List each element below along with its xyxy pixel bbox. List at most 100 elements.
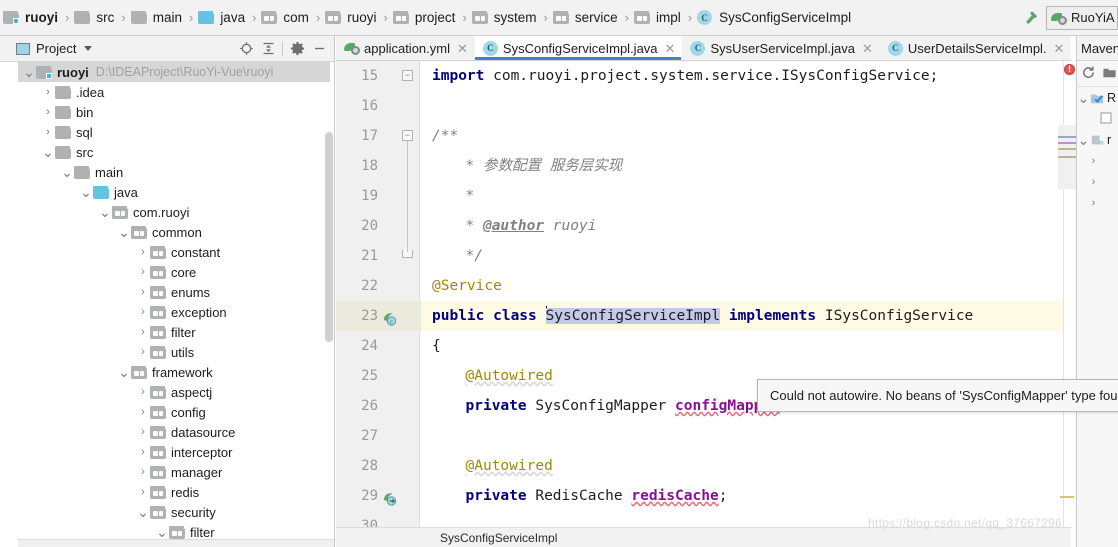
code-viewport[interactable]: 15 − import com.ruoyi.project.system.servi… bbox=[336, 61, 1071, 547]
tree-node-src[interactable]: ⌄ src bbox=[18, 142, 330, 162]
error-count-icon[interactable]: ! bbox=[1064, 64, 1075, 75]
tree-node-redis[interactable]: › redis bbox=[18, 482, 330, 502]
breadcrumb-item-impl[interactable]: impl bbox=[633, 0, 684, 35]
tree-node-common[interactable]: ⌄ common bbox=[18, 222, 330, 242]
chevron-right-icon[interactable]: › bbox=[136, 482, 150, 502]
breadcrumb-item-sysconfigserviceimpl[interactable]: C SysConfigServiceImpl bbox=[696, 0, 854, 35]
code-line[interactable]: * bbox=[466, 181, 475, 211]
editor-bottom-breadcrumb[interactable]: SysConfigServiceImpl bbox=[336, 527, 1071, 547]
tree-node-datasource[interactable]: › datasource bbox=[18, 422, 330, 442]
maven-tree-row[interactable]: ⌄ m r bbox=[1077, 129, 1118, 150]
tree-node--idea[interactable]: › .idea bbox=[18, 82, 330, 102]
marker-stripe[interactable] bbox=[1058, 156, 1078, 158]
project-tree[interactable]: ⌄ ruoyi D:\IDEAProject\RuoYi-Vue\ruoyi › .id… bbox=[18, 62, 330, 539]
chevron-right-icon[interactable]: › bbox=[136, 342, 150, 362]
chevron-right-icon[interactable]: › bbox=[136, 302, 150, 322]
project-tree-scrollbar[interactable] bbox=[324, 62, 334, 539]
tree-node-aspectj[interactable]: › aspectj bbox=[18, 382, 330, 402]
tree-node-ruoyi[interactable]: ⌄ ruoyi D:\IDEAProject\RuoYi-Vue\ruoyi bbox=[18, 62, 330, 82]
refresh-icon[interactable] bbox=[1081, 65, 1096, 83]
breadcrumb-item-project[interactable]: project bbox=[392, 0, 459, 35]
maven-tree-row[interactable]: › bbox=[1077, 192, 1118, 213]
chevron-right-icon[interactable]: › bbox=[136, 462, 150, 482]
chevron-right-icon[interactable]: › bbox=[41, 102, 55, 122]
editor-tab-sysuserserviceimpl-java[interactable]: C SysUserServiceImpl.java ✕ bbox=[682, 36, 879, 60]
run-configuration-selector[interactable]: RuoYiA bbox=[1046, 5, 1118, 30]
maven-tree-row[interactable]: ⌄ R bbox=[1077, 87, 1118, 108]
tree-node-java[interactable]: ⌄ java bbox=[18, 182, 330, 202]
gear-icon[interactable] bbox=[286, 38, 308, 60]
chevron-right-icon[interactable]: › bbox=[136, 262, 150, 282]
tree-node-exception[interactable]: › exception bbox=[18, 302, 330, 322]
breadcrumb-item-ruoyi[interactable]: ruoyi bbox=[324, 0, 379, 35]
breadcrumb-item-ruoyi[interactable]: ruoyi bbox=[2, 0, 61, 35]
tree-node-enums[interactable]: › enums bbox=[18, 282, 330, 302]
chevron-down-icon[interactable] bbox=[84, 46, 93, 51]
marker-stripe[interactable] bbox=[1058, 148, 1078, 150]
code-line[interactable]: private RedisCache redisCache; bbox=[466, 481, 728, 511]
chevron-right-icon[interactable]: › bbox=[41, 122, 55, 142]
chevron-down-icon[interactable]: ⌄ bbox=[155, 522, 169, 539]
close-icon[interactable]: ✕ bbox=[1054, 42, 1065, 55]
breadcrumb-item-com[interactable]: com bbox=[260, 0, 312, 35]
code-line[interactable]: @Service bbox=[432, 271, 502, 301]
code-line[interactable]: { bbox=[432, 331, 441, 361]
tree-node-security[interactable]: ⌄ security bbox=[18, 502, 330, 522]
close-icon[interactable]: ✕ bbox=[665, 42, 676, 55]
chevron-right-icon[interactable]: › bbox=[41, 82, 55, 102]
tree-node-bin[interactable]: › bin bbox=[18, 102, 330, 122]
chevron-right-icon[interactable]: › bbox=[1087, 155, 1100, 167]
code-line[interactable]: */ bbox=[466, 241, 483, 271]
spring-bean-arrow-icon[interactable] bbox=[382, 488, 398, 506]
chevron-right-icon[interactable]: › bbox=[136, 282, 150, 302]
collapse-all-icon[interactable] bbox=[257, 38, 279, 60]
code-line[interactable]: private SysConfigMapper configMapper; bbox=[466, 391, 789, 421]
chevron-down-icon[interactable]: ⌄ bbox=[136, 502, 150, 522]
close-icon[interactable]: ✕ bbox=[457, 42, 468, 55]
chevron-down-icon[interactable]: ⌄ bbox=[79, 182, 93, 202]
close-icon[interactable]: ✕ bbox=[862, 42, 873, 55]
chevron-right-icon[interactable]: › bbox=[1087, 197, 1100, 209]
code-line[interactable]: public class SysConfigServiceImpl implem… bbox=[432, 301, 973, 331]
scrollbar-thumb[interactable] bbox=[325, 132, 333, 342]
chevron-right-icon[interactable]: › bbox=[136, 402, 150, 422]
breadcrumb-item-service[interactable]: service bbox=[552, 0, 621, 35]
editor-tab-sysconfigserviceimpl-java[interactable]: C SysConfigServiceImpl.java ✕ bbox=[474, 36, 683, 60]
marker-stripe[interactable] bbox=[1058, 142, 1078, 144]
chevron-down-icon[interactable]: ⌄ bbox=[22, 62, 36, 82]
marker-stripe[interactable] bbox=[1060, 496, 1074, 498]
tree-node-utils[interactable]: › utils bbox=[18, 342, 330, 362]
chevron-down-icon[interactable]: ⌄ bbox=[117, 222, 131, 242]
tree-node-interceptor[interactable]: › interceptor bbox=[18, 442, 330, 462]
spring-bean-icon[interactable]: c bbox=[382, 308, 398, 326]
maven-tree-row[interactable]: › bbox=[1077, 171, 1118, 192]
code-line[interactable]: import com.ruoyi.project.system.service.… bbox=[432, 61, 938, 91]
maven-tree-row[interactable] bbox=[1077, 108, 1118, 129]
marker-stripe[interactable] bbox=[1058, 136, 1078, 138]
code-line[interactable]: * @author ruoyi bbox=[466, 211, 597, 241]
tree-node-filter[interactable]: › filter bbox=[18, 322, 330, 342]
chevron-right-icon[interactable]: › bbox=[136, 382, 150, 402]
code-line[interactable]: @Autowired bbox=[466, 361, 553, 391]
tree-node-manager[interactable]: › manager bbox=[18, 462, 330, 482]
chevron-down-icon[interactable]: ⌄ bbox=[98, 202, 112, 222]
hide-icon[interactable] bbox=[308, 38, 330, 60]
tree-node-main[interactable]: ⌄ main bbox=[18, 162, 330, 182]
breadcrumb-item-src[interactable]: src bbox=[73, 0, 117, 35]
build-hammer-icon[interactable] bbox=[1018, 0, 1044, 35]
tree-node-com-ruoyi[interactable]: ⌄ com.ruoyi bbox=[18, 202, 330, 222]
chevron-right-icon[interactable]: › bbox=[1087, 176, 1100, 188]
locate-icon[interactable] bbox=[235, 38, 257, 60]
code-line[interactable]: * 参数配置 服务层实现 bbox=[466, 151, 623, 181]
chevron-down-icon[interactable]: ⌄ bbox=[117, 362, 131, 382]
code-line[interactable]: @Autowired bbox=[466, 451, 553, 481]
tree-node-framework[interactable]: ⌄ framework bbox=[18, 362, 330, 382]
chevron-right-icon[interactable]: › bbox=[136, 442, 150, 462]
chevron-down-icon[interactable]: ⌄ bbox=[1077, 91, 1090, 105]
breadcrumb-item-main[interactable]: main bbox=[130, 0, 185, 35]
chevron-right-icon[interactable]: › bbox=[136, 322, 150, 342]
chevron-down-icon[interactable]: ⌄ bbox=[41, 142, 55, 162]
chevron-right-icon[interactable]: › bbox=[136, 422, 150, 442]
breadcrumb-item-system[interactable]: system bbox=[471, 0, 540, 35]
maven-tree[interactable]: ⌄ R ⌄ m r › › › bbox=[1077, 87, 1118, 213]
